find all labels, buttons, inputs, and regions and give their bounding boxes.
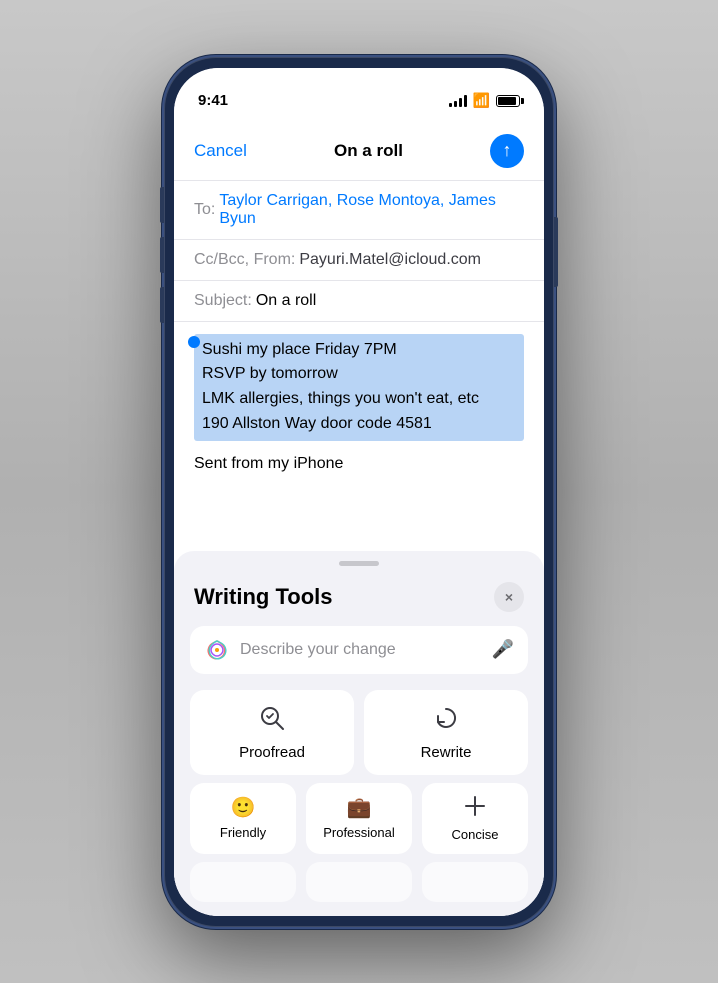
body-line-1: Sushi my place Friday 7PM (202, 338, 516, 363)
proofread-button[interactable]: Proofread (190, 690, 354, 775)
selection-handle-start (188, 336, 200, 348)
professional-label: Professional (323, 825, 395, 840)
cc-field[interactable]: Cc/Bcc, From: Payuri.Matel@icloud.com (174, 240, 544, 281)
status-bar: 9:41 📶 (174, 68, 544, 120)
to-label: To: (194, 201, 215, 219)
friendly-icon: 🙂 (231, 795, 256, 820)
subject-value: On a roll (256, 292, 316, 310)
subject-field[interactable]: Subject: On a roll (174, 281, 544, 322)
proofread-icon (258, 704, 286, 738)
signal-bars-icon (449, 95, 467, 107)
email-body[interactable]: Sushi my place Friday 7PM RSVP by tomorr… (174, 322, 544, 551)
extra-button-3 (422, 862, 528, 902)
body-line-4: 190 Allston Way door code 4581 (202, 412, 516, 437)
battery-icon (496, 95, 520, 107)
friendly-label: Friendly (220, 825, 266, 840)
concise-button[interactable]: Concise (422, 783, 528, 854)
rewrite-label: Rewrite (421, 744, 472, 761)
phone-screen: 9:41 📶 Cancel On a roll ↑ (174, 68, 544, 916)
body-line-3: LMK allergies, things you won't eat, etc (202, 387, 516, 412)
extra-button-2 (306, 862, 412, 902)
wifi-icon: 📶 (473, 92, 490, 109)
professional-button[interactable]: 💼 Professional (306, 783, 412, 854)
status-icons: 📶 (449, 92, 520, 109)
writing-tools-main-buttons: Proofread Rewrite (174, 690, 544, 783)
cancel-button[interactable]: Cancel (194, 141, 247, 161)
email-compose: Cancel On a roll ↑ To: Taylor Carrigan, … (174, 120, 544, 916)
microphone-icon[interactable]: 🎤 (492, 639, 514, 660)
rewrite-icon (432, 704, 460, 738)
phone-frame: 9:41 📶 Cancel On a roll ↑ (164, 57, 554, 927)
sheet-handle (339, 561, 379, 566)
concise-icon (464, 795, 486, 822)
describe-change-input[interactable]: Describe your change 🎤 (190, 626, 528, 674)
signature: Sent from my iPhone (194, 455, 524, 473)
concise-label: Concise (452, 827, 499, 842)
ai-icon (204, 637, 230, 663)
professional-icon: 💼 (347, 795, 372, 820)
subject-label: Subject: (194, 292, 252, 310)
describe-change-placeholder: Describe your change (240, 641, 482, 659)
writing-tools-extra-row (174, 862, 544, 906)
to-field[interactable]: To: Taylor Carrigan, Rose Montoya, James… (174, 181, 544, 240)
nav-title: On a roll (334, 141, 403, 161)
nav-bar: Cancel On a roll ↑ (174, 120, 544, 181)
cc-value: Payuri.Matel@icloud.com (299, 251, 481, 269)
status-time: 9:41 (198, 92, 228, 109)
cc-label: Cc/Bcc, From: (194, 251, 295, 269)
send-button[interactable]: ↑ (490, 134, 524, 168)
close-button[interactable]: × (494, 582, 524, 612)
rewrite-button[interactable]: Rewrite (364, 690, 528, 775)
writing-tools-header: Writing Tools × (174, 582, 544, 626)
body-line-2: RSVP by tomorrow (202, 362, 516, 387)
extra-button-1 (190, 862, 296, 902)
proofread-label: Proofread (239, 744, 305, 761)
friendly-button[interactable]: 🙂 Friendly (190, 783, 296, 854)
writing-tools-panel: Writing Tools × Describe your change (174, 551, 544, 916)
writing-tools-title: Writing Tools (194, 584, 333, 610)
send-arrow-icon: ↑ (502, 141, 511, 159)
writing-tools-tone-buttons: 🙂 Friendly 💼 Professional (174, 783, 544, 862)
to-value: Taylor Carrigan, Rose Montoya, James Byu… (219, 192, 524, 228)
